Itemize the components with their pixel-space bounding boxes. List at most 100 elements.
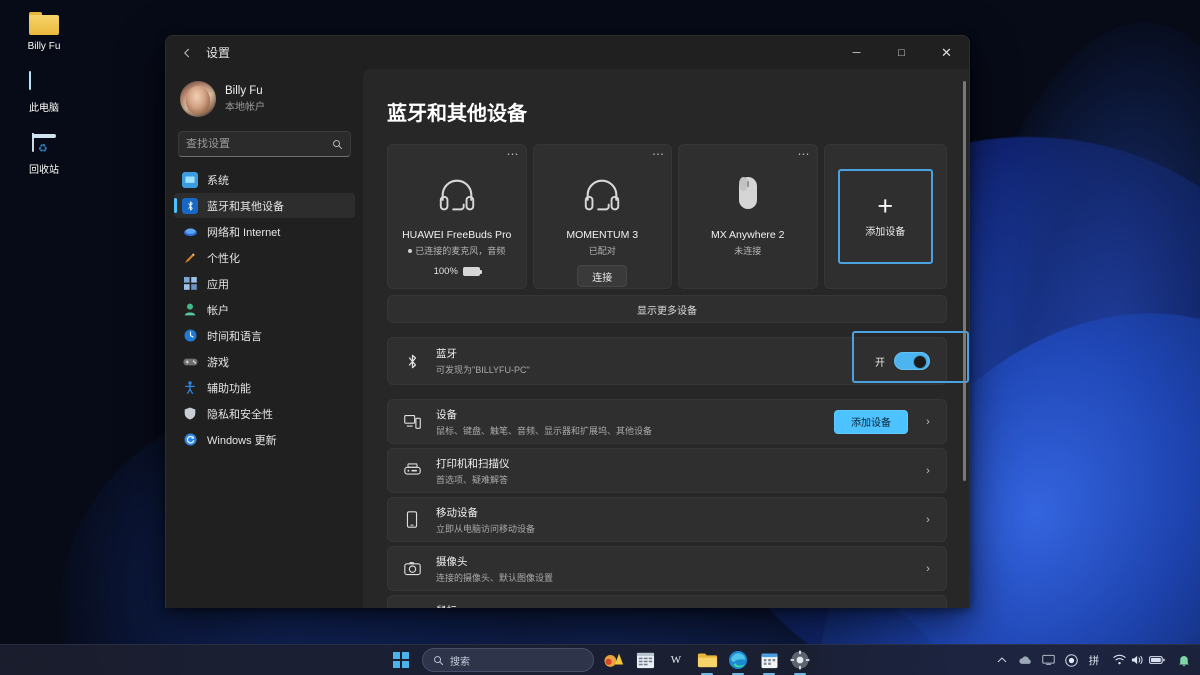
edge-icon[interactable]	[724, 648, 752, 673]
start-button[interactable]	[386, 648, 416, 673]
device-status: 未连接	[734, 244, 761, 257]
record-icon[interactable]	[1061, 648, 1082, 672]
chevron-up-icon[interactable]	[992, 648, 1012, 672]
sidebar-item-label: 时间和语言	[207, 328, 262, 344]
account-card[interactable]: Billy Fu 本地帐户	[174, 73, 355, 125]
phone-icon	[402, 511, 422, 528]
chevron-right-icon: ›	[922, 416, 934, 428]
onedrive-icon[interactable]	[1014, 648, 1036, 672]
notification-bell-icon[interactable]	[1174, 648, 1194, 672]
network-icon	[182, 224, 198, 240]
sidebar-item-accessibility[interactable]: 辅助功能	[174, 375, 355, 400]
calendar-icon[interactable]	[755, 648, 783, 673]
content-scrollbar[interactable]	[963, 81, 966, 481]
desktop-icon-this-pc[interactable]: 此电脑	[6, 66, 82, 118]
avatar	[180, 81, 216, 117]
device-more-options-icon[interactable]: ⋯	[652, 149, 665, 159]
apps-icon	[182, 276, 198, 292]
list-row-mouse[interactable]: 鼠标 按钮、鼠标指针速度、滚动 ›	[387, 595, 947, 608]
connect-button[interactable]: 连接	[577, 265, 627, 287]
settings-content: 蓝牙和其他设备 ⋯ HUAWEI Free	[363, 69, 969, 608]
accounts-icon	[182, 302, 198, 318]
recycle-bin-icon: ♻	[27, 132, 61, 162]
running-indicator	[732, 673, 744, 675]
row-title: 设备	[436, 407, 834, 422]
row-title: 打印机和扫描仪	[436, 456, 922, 471]
desktop-icon-recycle-bin[interactable]: ♻ 回收站	[6, 128, 82, 180]
device-card-momentum-3[interactable]: ⋯ MOMENTUM 3 已配对	[533, 144, 673, 289]
sidebar-item-network[interactable]: 网络和 Internet	[174, 219, 355, 244]
chevron-right-icon: ›	[922, 514, 934, 526]
row-title: 移动设备	[436, 505, 922, 520]
window-title: 设置	[206, 44, 230, 61]
running-indicator	[794, 673, 806, 675]
bluetooth-toggle-area[interactable]: 开	[875, 352, 930, 370]
device-card-huawei-freebuds-pro[interactable]: ⋯ HUAWEI FreeBuds Pro	[387, 144, 527, 289]
gaming-icon	[182, 354, 198, 370]
sidebar-item-privacy-security[interactable]: 隐私和安全性	[174, 401, 355, 426]
personalization-icon	[182, 250, 198, 266]
device-more-options-icon[interactable]: ⋯	[798, 149, 811, 159]
back-arrow-icon[interactable]	[172, 40, 202, 66]
device-cards-row: ⋯ HUAWEI FreeBuds Pro	[387, 144, 947, 289]
device-name: HUAWEI FreeBuds Pro	[402, 229, 511, 241]
sidebar-item-apps[interactable]: 应用	[174, 271, 355, 296]
bluetooth-icon	[182, 198, 198, 214]
battery-icon	[463, 267, 480, 276]
device-status: 已配对	[589, 244, 616, 257]
devices-icon	[402, 414, 422, 429]
close-button[interactable]: ✕	[924, 36, 969, 69]
monitor-icon[interactable]	[1038, 648, 1059, 672]
row-subtitle: 立即从电脑访问移动设备	[436, 522, 922, 535]
maximize-button[interactable]: □	[879, 36, 924, 69]
settings-list: 设备 鼠标、键盘、触笔、音频、显示器和扩展坞、其他设备 添加设备 › 打印机和扫…	[387, 399, 947, 608]
sidebar-item-personalization[interactable]: 个性化	[174, 245, 355, 270]
printer-icon	[402, 463, 422, 478]
device-more-options-icon[interactable]: ⋯	[507, 149, 520, 159]
sidebar-item-accounts[interactable]: 帐户	[174, 297, 355, 322]
settings-search-box[interactable]	[178, 131, 351, 157]
list-row-mobile-devices[interactable]: 移动设备 立即从电脑访问移动设备 ›	[387, 497, 947, 542]
bluetooth-row[interactable]: 蓝牙 可发现为"BILLYFU-PC" 开	[387, 337, 947, 385]
list-row-cameras[interactable]: 摄像头 连接的摄像头、默认图像设置 ›	[387, 546, 947, 591]
network-icon	[1113, 654, 1126, 666]
bluetooth-row-subtitle: 可发现为"BILLYFU-PC"	[436, 363, 875, 376]
add-device-box[interactable]: + 添加设备	[838, 169, 933, 264]
row-subtitle: 鼠标、键盘、触笔、音频、显示器和扩展坞、其他设备	[436, 424, 834, 437]
bluetooth-row-title: 蓝牙	[436, 346, 875, 361]
sidebar-item-time-language[interactable]: 时间和语言	[174, 323, 355, 348]
settings-window: 设置 ─ □ ✕ Billy Fu 本地帐户	[165, 35, 970, 608]
windows-logo-icon	[393, 652, 409, 668]
device-battery: 100%	[434, 266, 480, 277]
sidebar-item-bluetooth-devices[interactable]: 蓝牙和其他设备	[174, 193, 355, 218]
taskbar: 搜索 W	[0, 644, 1200, 675]
running-indicator	[701, 673, 713, 675]
device-card-mx-anywhere-2[interactable]: ⋯ MX Anywhere 2 未连接	[678, 144, 818, 289]
minimize-button[interactable]: ─	[834, 36, 879, 69]
system-tray: 拼	[992, 648, 1194, 672]
file-explorer-icon[interactable]	[693, 648, 721, 673]
show-more-devices-button[interactable]: 显示更多设备	[387, 295, 947, 323]
settings-icon[interactable]	[786, 648, 814, 673]
widgets-icon[interactable]	[600, 648, 628, 673]
add-device-button[interactable]: 添加设备	[834, 410, 908, 434]
taskbar-search-box[interactable]: 搜索	[422, 648, 594, 672]
sidebar-item-label: 系统	[207, 172, 229, 188]
device-status-label: 已配对	[589, 244, 616, 257]
excel-icon[interactable]	[631, 648, 659, 673]
desktop-icon-billy-fu[interactable]: Billy Fu	[6, 4, 82, 56]
row-subtitle: 连接的摄像头、默认图像设置	[436, 571, 922, 584]
ime-indicator[interactable]: 拼	[1084, 648, 1104, 672]
privacy-security-icon	[182, 406, 198, 422]
search-input[interactable]	[186, 138, 328, 150]
list-row-printers-scanners[interactable]: 打印机和扫描仪 首选项、疑难解答 ›	[387, 448, 947, 493]
bluetooth-toggle[interactable]	[894, 352, 930, 370]
add-device-card[interactable]: + 添加设备	[824, 144, 948, 289]
sidebar-item-gaming[interactable]: 游戏	[174, 349, 355, 374]
sidebar-item-system[interactable]: 系统	[174, 167, 355, 192]
list-row-devices[interactable]: 设备 鼠标、键盘、触笔、音频、显示器和扩展坞、其他设备 添加设备 ›	[387, 399, 947, 444]
sidebar-item-windows-update[interactable]: Windows 更新	[174, 427, 355, 452]
tray-status-group[interactable]	[1106, 648, 1172, 672]
system-icon	[182, 172, 198, 188]
word-icon[interactable]: W	[662, 648, 690, 673]
